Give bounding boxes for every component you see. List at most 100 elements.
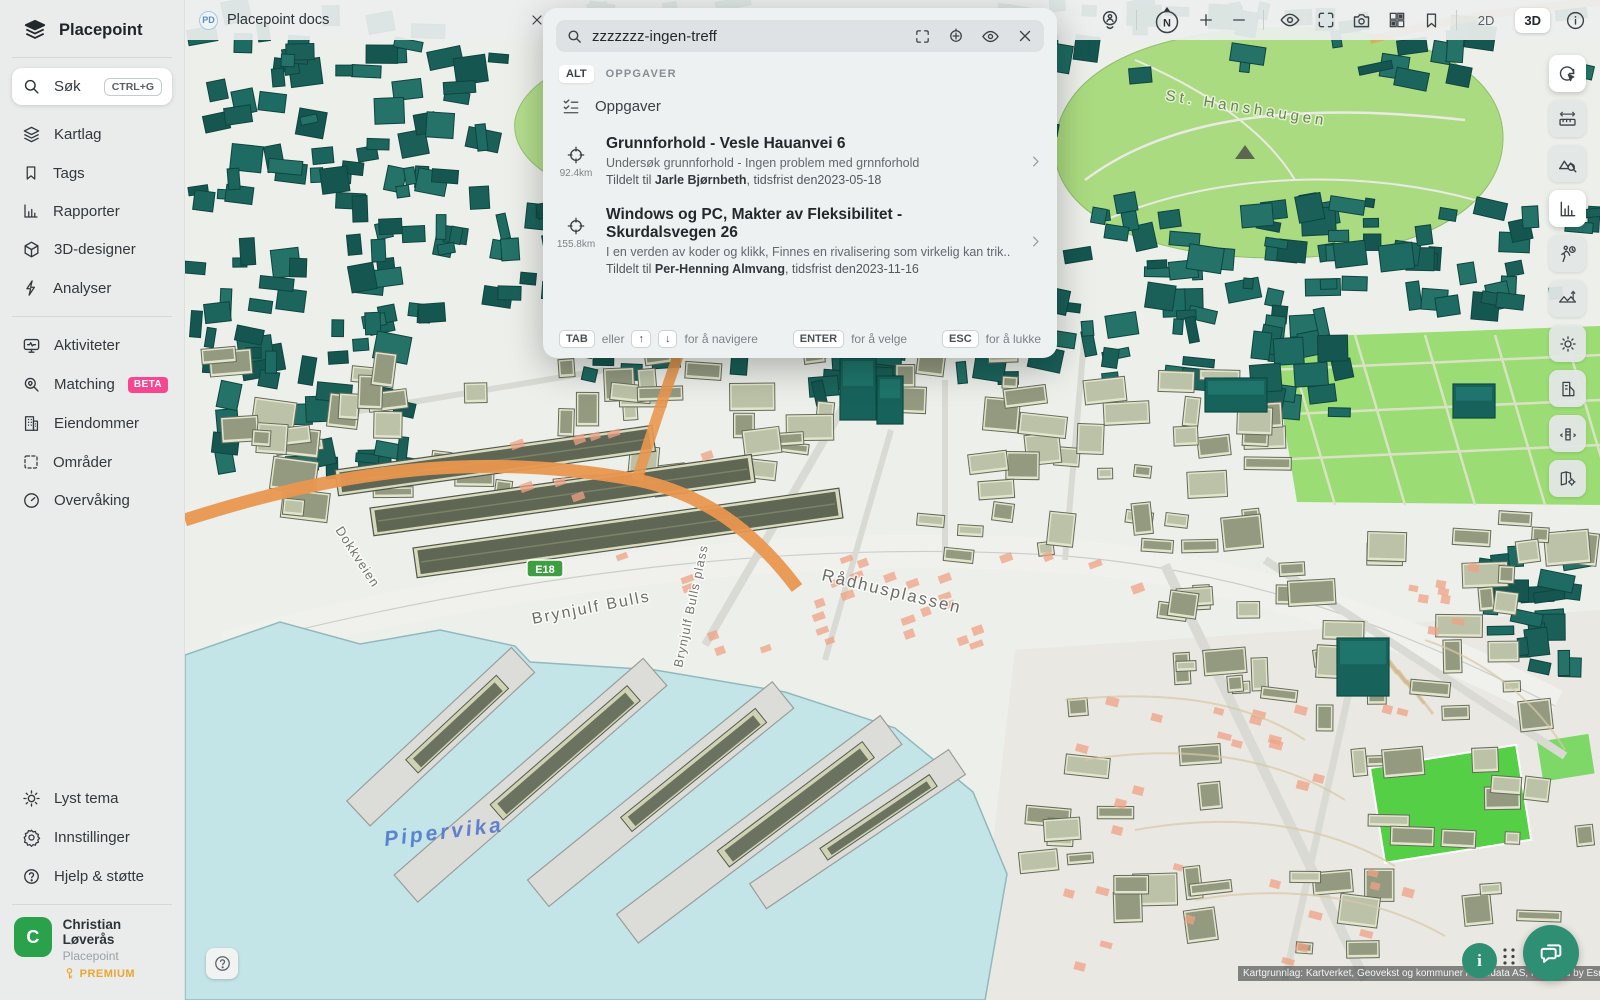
close-icon[interactable] [1016,27,1034,45]
sidebar-item-label: Overvåking [54,492,162,509]
sidebar-item-rapporter[interactable]: Rapporter [12,193,172,229]
sidebar-item-tags[interactable]: Tags [12,155,172,191]
sidebar-item-3d-designer[interactable]: 3D-designer [12,231,172,268]
layout-grid-icon[interactable] [1387,10,1407,30]
daylight-button[interactable] [1549,325,1586,362]
compass-north-icon[interactable]: N [1152,5,1182,35]
checklist-icon [561,96,581,116]
map-info-button[interactable]: i [1462,943,1497,978]
drag-handle-dots[interactable] [1502,946,1519,972]
sidebar-divider [12,57,172,58]
svg-text:E18: E18 [535,564,555,576]
gauge-icon [22,491,41,510]
avatar: C [14,917,52,957]
sidebar-item-analyser[interactable]: Analyser [12,270,172,306]
sidebar-item-omrader[interactable]: Områder [12,444,172,480]
category-item-oppgaver[interactable]: Oppgaver [543,87,1057,125]
sidebar-item-matching[interactable]: Matching BETA [12,366,172,403]
visibility-icon[interactable] [1279,9,1301,31]
layers-icon [22,125,41,144]
user-plan: PREMIUM [80,968,135,980]
docs-tab[interactable]: PD Placepoint docs [199,11,329,30]
category-label: Oppgaver [595,98,661,115]
filter-key-badge[interactable]: ALT [559,65,594,83]
search-field[interactable]: zzzzzzz-ingen-treff [556,20,1044,52]
street-view-icon[interactable] [1099,9,1121,31]
sidebar-item-label: Kartlag [54,126,162,143]
sun-icon [22,789,41,808]
bookmarks-icon[interactable] [1422,11,1441,30]
screenshot-icon[interactable] [1351,10,1372,31]
search-icon [566,28,583,45]
chat-button[interactable] [1523,925,1579,981]
locate-target-icon[interactable] [947,27,965,45]
elevation-profile-button[interactable] [1549,280,1586,317]
enter-keycap: ENTER [793,330,844,348]
sidebar-item-eiendommer[interactable]: Eiendommer [12,405,172,442]
sidebar-item-innstillinger[interactable]: Innstillinger [12,819,172,856]
result-assignment: Tildelt til Jarle Bjørnbeth, tidsfrist d… [606,173,1015,187]
map-settings-button[interactable] [1549,460,1586,497]
user-org: Placepoint [63,949,170,963]
terrain-analysis-button[interactable] [1549,145,1586,182]
rotate-view-button[interactable] [1549,55,1586,92]
info-icon[interactable] [1565,10,1586,31]
sidebar-item-label: Matching [54,376,115,393]
activity-monitor-icon [22,336,41,355]
match-search-icon [22,375,41,394]
bar-chart-icon [22,202,40,220]
section-label: OPPGAVER [606,68,677,80]
zoom-in-icon[interactable] [1197,11,1215,29]
docs-tab-badge: PD [199,11,218,30]
crosshair-icon [565,215,587,237]
statistics-button[interactable] [1549,190,1586,227]
user-name: Christian Løverås [63,917,170,947]
sidebar: Placepoint Søk CTRL+G Kartlag Tags [0,0,185,1000]
sidebar-item-lyst-tema[interactable]: Lyst tema [12,780,172,817]
sidebar-item-label: Tags [53,165,162,182]
gear-icon [22,828,41,847]
eye-icon[interactable] [981,27,1000,46]
measure-button[interactable] [1549,100,1586,137]
sidebar-item-label: Eiendommer [54,415,162,432]
floor-plans-button[interactable] [1549,370,1586,407]
help-button[interactable] [206,948,238,979]
search-result-row[interactable]: 92.4km Grunnforhold - Vesle Hauanvei 6 U… [543,125,1057,196]
esc-keycap: ESC [942,330,979,348]
user-profile[interactable]: C Christian Løverås Placepoint PREMIUM [0,905,184,1000]
search-shortcut-badge: CTRL+G [104,78,162,96]
placepoint-logo-icon [22,17,48,43]
sidebar-item-sok[interactable]: Søk CTRL+G [12,68,172,105]
sidebar-item-label: Analyser [53,280,162,297]
search-icon [22,77,41,96]
topbar-divider [1456,10,1457,30]
result-distance: 92.4km [560,168,593,179]
result-title: Grunnforhold - Vesle Hauanvei 6 [606,135,1015,153]
result-distance: 155.8km [557,239,595,250]
result-assignee: Per-Henning Almvang [655,262,785,276]
chat-bubbles-icon [1537,939,1565,967]
search-section-header: ALT OPPGAVER [543,52,1057,87]
sidebar-item-aktiviteter[interactable]: Aktiviteter [12,327,172,364]
sidebar-item-label: Søk [54,78,91,95]
search-footer-hints: TAB eller ↑ ↓ for å navigere ENTER for å… [543,330,1057,348]
search-result-row[interactable]: 155.8km Windows og PC, Makter av Fleksib… [543,196,1057,285]
sidebar-item-label: 3D-designer [54,241,162,258]
building-rotation-button[interactable] [1549,415,1586,452]
zoom-out-icon[interactable] [1230,11,1248,29]
view-3d-button[interactable]: 3D [1515,8,1550,33]
expand-search-icon[interactable] [914,28,931,45]
sidebar-item-overvaking[interactable]: Overvåking [12,482,172,519]
area-select-icon [22,453,40,471]
bookmark-icon [22,164,40,182]
sidebar-item-hjelp[interactable]: Hjelp & støtte [12,858,172,895]
search-input[interactable]: zzzzzzz-ingen-treff [592,28,898,45]
fullscreen-icon[interactable] [1316,10,1336,30]
sidebar-item-kartlag[interactable]: Kartlag [12,116,172,153]
travel-time-button[interactable] [1549,235,1586,272]
lightning-icon [22,279,40,297]
topbar-divider [1263,10,1264,30]
view-2d-button[interactable]: 2D [1472,9,1501,32]
sidebar-item-label: Lyst tema [54,790,162,807]
premium-key-icon [63,967,76,980]
